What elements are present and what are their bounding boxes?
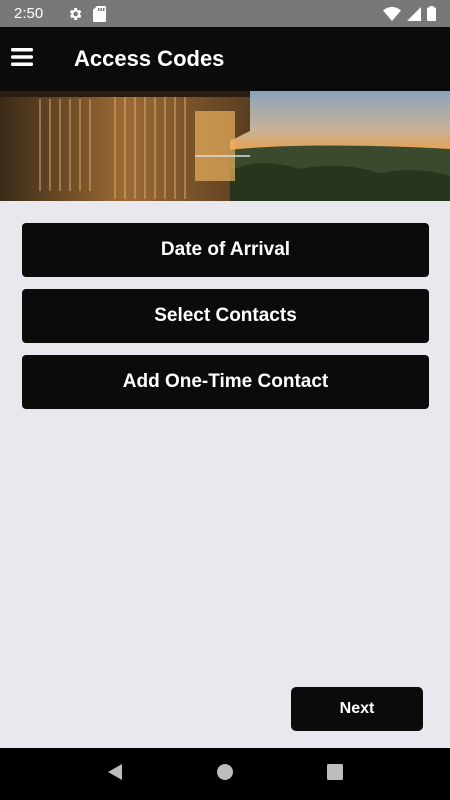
hamburger-menu-icon bbox=[11, 47, 33, 71]
next-button[interactable]: Next bbox=[291, 687, 423, 731]
page-title: Access Codes bbox=[74, 46, 225, 71]
home-icon bbox=[216, 763, 234, 786]
status-left: 2:50 bbox=[14, 5, 107, 22]
back-button[interactable] bbox=[95, 754, 135, 794]
wifi-icon bbox=[383, 6, 401, 21]
back-icon bbox=[106, 763, 124, 786]
settings-icon bbox=[67, 6, 83, 22]
recents-button[interactable] bbox=[315, 754, 355, 794]
sd-card-icon bbox=[93, 5, 107, 22]
battery-icon bbox=[427, 6, 436, 21]
select-contacts-button[interactable]: Select Contacts bbox=[22, 289, 429, 343]
status-time: 2:50 bbox=[14, 5, 44, 22]
status-right bbox=[383, 6, 436, 21]
hero-image bbox=[0, 91, 450, 201]
status-bar: 2:50 bbox=[0, 0, 450, 27]
signal-icon bbox=[407, 6, 421, 21]
add-one-time-contact-button[interactable]: Add One-Time Contact bbox=[22, 355, 429, 409]
app-bar: Access Codes bbox=[0, 27, 450, 91]
system-nav-bar bbox=[0, 748, 450, 800]
menu-button[interactable] bbox=[0, 37, 44, 81]
date-of-arrival-button[interactable]: Date of Arrival bbox=[22, 223, 429, 277]
recents-icon bbox=[327, 763, 343, 785]
action-list: Date of Arrival Select Contacts Add One-… bbox=[22, 223, 429, 421]
home-button[interactable] bbox=[205, 754, 245, 794]
